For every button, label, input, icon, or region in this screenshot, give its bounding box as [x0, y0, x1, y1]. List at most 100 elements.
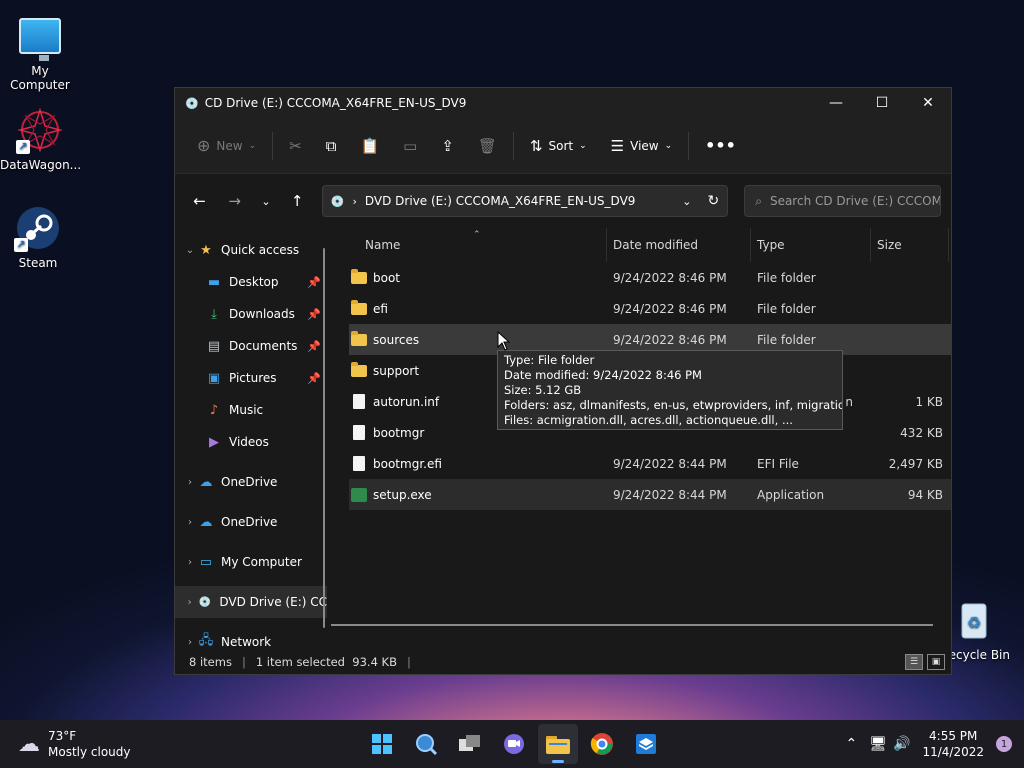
- task-view-button[interactable]: [450, 724, 490, 764]
- weather-widget[interactable]: ☁ 73°F Mostly cloudy: [18, 728, 131, 760]
- recent-locations-button[interactable]: ⌄: [255, 186, 276, 216]
- video-icon: ▶: [209, 434, 219, 450]
- desktop-icon-label: My Computer: [10, 64, 70, 92]
- file-explorer-taskbar-button[interactable]: [538, 724, 578, 764]
- rename-icon: ▭: [403, 136, 418, 155]
- file-row-boot[interactable]: boot 9/24/2022 8:46 PM File folder: [349, 262, 951, 293]
- nav-item-quick-access[interactable]: ⌄ ★ Quick access: [175, 234, 327, 266]
- notification-badge[interactable]: 1: [996, 736, 1012, 752]
- nav-scrollbar[interactable]: [323, 248, 325, 628]
- view-list-icon: ☰: [610, 136, 625, 155]
- datawagon-icon: ↗: [16, 106, 64, 154]
- up-button[interactable]: ↑: [283, 186, 312, 216]
- address-history-button[interactable]: ⌄: [682, 195, 691, 208]
- share-button[interactable]: ⇪: [429, 128, 466, 164]
- cut-button[interactable]: ✂: [277, 128, 314, 164]
- nav-item-music[interactable]: ♪ Music: [175, 394, 327, 426]
- breadcrumb-chevron-icon: ›: [352, 194, 357, 208]
- nav-item-label: DVD Drive (E:) CC: [219, 595, 327, 609]
- start-button[interactable]: [362, 724, 402, 764]
- nav-item-documents[interactable]: ▤ Documents 📌: [175, 330, 327, 362]
- new-button[interactable]: ⊕ New ⌄: [185, 128, 268, 164]
- dvd-drive-icon: 💿: [198, 596, 212, 608]
- download-icon: ⤓: [211, 306, 217, 322]
- close-button[interactable]: ✕: [905, 88, 951, 118]
- chat-button[interactable]: [494, 724, 534, 764]
- navigation-pane: ⌄ ★ Quick access ▬ Desktop 📌 ⤓ Downloads…: [175, 228, 327, 649]
- chrome-button[interactable]: [582, 724, 622, 764]
- chevron-down-icon: ⌄: [664, 140, 673, 151]
- nav-item-desktop[interactable]: ▬ Desktop 📌: [175, 266, 327, 298]
- folder-icon: [351, 361, 367, 377]
- file-row-setup-exe[interactable]: setup.exe 9/24/2022 8:44 PM Application …: [349, 479, 951, 510]
- recycle-bin-icon: ♻: [950, 596, 998, 644]
- weather-desc: Mostly cloudy: [48, 745, 131, 759]
- column-header-size[interactable]: Size: [871, 228, 949, 262]
- monitor-icon: [19, 18, 61, 61]
- delete-button[interactable]: 🗑: [466, 128, 509, 164]
- pin-icon: 📌: [307, 275, 321, 289]
- sort-icon: ⇅: [529, 136, 543, 155]
- sort-button[interactable]: ⇅ Sort ⌄: [518, 128, 599, 164]
- item-count: 8 items: [189, 655, 232, 669]
- network-icon[interactable]: 🖥: [869, 736, 887, 752]
- svg-text:♻: ♻: [967, 613, 981, 632]
- setup-app-icon: [351, 487, 367, 502]
- nav-item-label: Music: [229, 403, 264, 417]
- details-view-button[interactable]: ☰: [905, 654, 923, 670]
- nav-item-label: Videos: [229, 435, 269, 449]
- chevron-right-icon: ›: [188, 556, 192, 568]
- horizontal-scrollbar[interactable]: [331, 624, 933, 626]
- nav-item-onedrive-2[interactable]: › ☁ OneDrive: [175, 506, 327, 538]
- desktop-icon-steam[interactable]: ↗ Steam: [0, 204, 78, 270]
- rename-button[interactable]: ▭: [391, 128, 429, 164]
- forward-button[interactable]: →: [220, 186, 249, 216]
- view-button[interactable]: ☰ View ⌄: [599, 128, 684, 164]
- desktop-icon-label: Steam: [18, 256, 58, 270]
- copy-button[interactable]: ⧉: [314, 128, 349, 164]
- file-row-efi[interactable]: efi 9/24/2022 8:46 PM File folder: [349, 293, 951, 324]
- weather-temp: 73°F: [48, 729, 77, 743]
- chrome-icon: [590, 733, 613, 755]
- clock-time: 4:55 PM: [929, 729, 978, 743]
- nav-item-onedrive-1[interactable]: › ☁ OneDrive: [175, 466, 327, 498]
- minimize-button[interactable]: —: [813, 88, 859, 118]
- nav-item-downloads[interactable]: ⤓ Downloads 📌: [175, 298, 327, 330]
- nav-item-my-computer[interactable]: › ▭ My Computer: [175, 546, 327, 578]
- show-hidden-icons-button[interactable]: ⌃: [846, 736, 858, 752]
- folder-icon: [351, 330, 367, 346]
- more-options-button[interactable]: •••: [693, 128, 748, 164]
- view-label: View: [630, 138, 659, 153]
- pin-icon: 📌: [307, 371, 321, 385]
- address-bar[interactable]: 💿 › DVD Drive (E:) CCCOMA_X64FRE_EN-US_D…: [321, 185, 729, 217]
- search-input[interactable]: ⌕ Search CD Drive (E:) CCCOM...: [744, 185, 942, 217]
- chevron-right-icon: ›: [188, 636, 192, 648]
- file-icon: [353, 425, 365, 440]
- maximize-button[interactable]: ☐: [859, 88, 905, 118]
- search-button[interactable]: [406, 724, 446, 764]
- nav-item-pictures[interactable]: ▣ Pictures 📌: [175, 362, 327, 394]
- file-row-bootmgr-efi[interactable]: bootmgr.efi 9/24/2022 8:44 PM EFI File 2…: [349, 448, 951, 479]
- store-button[interactable]: [626, 724, 666, 764]
- address-path: DVD Drive (E:) CCCOMA_X64FRE_EN-US_DV9: [364, 194, 636, 208]
- column-header-type[interactable]: Type: [751, 228, 871, 262]
- title-bar[interactable]: 💿 CD Drive (E:) CCCOMA_X64FRE_EN-US_DV9 …: [175, 88, 951, 118]
- cloud-icon: ☁: [18, 731, 40, 757]
- clock[interactable]: 4:55 PM 11/4/2022: [922, 728, 984, 760]
- folder-icon: [546, 736, 570, 754]
- speaker-icon[interactable]: 🔊: [893, 736, 910, 752]
- column-header-date[interactable]: Date modified: [607, 228, 751, 262]
- paste-button[interactable]: 📋: [348, 128, 391, 164]
- ellipsis-icon: •••: [705, 136, 736, 155]
- back-button[interactable]: ←: [185, 186, 214, 216]
- desktop-icon-datawagon[interactable]: ↗ DataWagon...: [0, 106, 81, 172]
- nav-item-videos[interactable]: ▶ Videos: [175, 426, 327, 458]
- refresh-button[interactable]: ↻: [707, 193, 719, 209]
- window-title: CD Drive (E:) CCCOMA_X64FRE_EN-US_DV9: [204, 96, 467, 110]
- large-icons-view-button[interactable]: ▣: [927, 654, 945, 670]
- shortcut-arrow-icon: ↗: [16, 140, 30, 154]
- desktop-icon-my-computer[interactable]: My Computer: [0, 10, 80, 92]
- nav-item-dvd-drive[interactable]: › 💿 DVD Drive (E:) CC: [175, 586, 327, 618]
- nav-item-label: Quick access: [221, 243, 300, 257]
- mouse-cursor-icon: [497, 331, 511, 351]
